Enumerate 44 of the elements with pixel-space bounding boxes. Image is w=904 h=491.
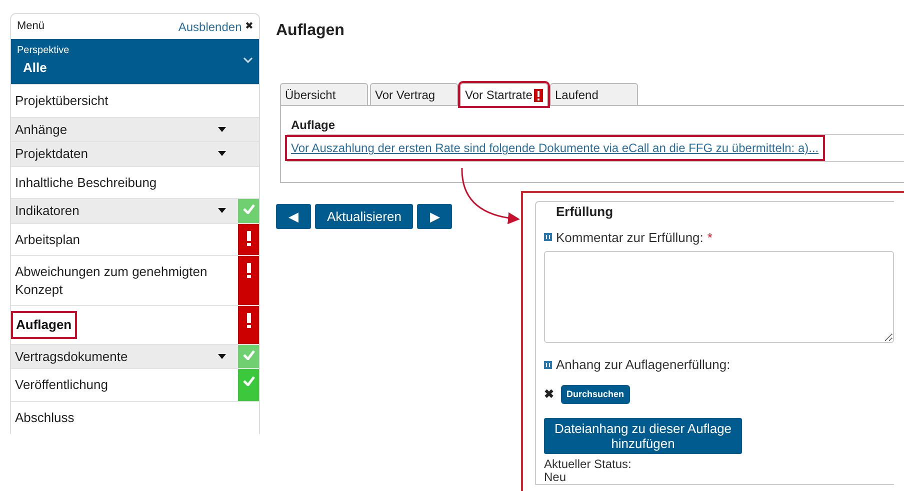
check-icon bbox=[242, 376, 254, 386]
field-label: Anhang zur Auflagenerfüllung: bbox=[556, 356, 730, 374]
refresh-button[interactable]: Aktualisieren bbox=[315, 204, 414, 229]
sidebar-item[interactable]: Inhaltliche Beschreibung bbox=[11, 166, 238, 198]
exclamation-icon bbox=[246, 230, 252, 246]
page-title: Auflagen bbox=[276, 21, 346, 41]
close-icon[interactable]: ✖ bbox=[245, 19, 253, 34]
tab[interactable]: Vor Vertrag bbox=[370, 83, 458, 105]
exclamation-icon bbox=[246, 313, 252, 328]
remove-icon[interactable]: ✖ bbox=[544, 385, 554, 404]
status-value: Neu bbox=[544, 471, 568, 484]
caret-icon bbox=[218, 126, 226, 132]
sidebar-item[interactable]: Veröffentlichung bbox=[11, 369, 238, 402]
exclamation-icon bbox=[246, 263, 252, 278]
chevron-down-icon bbox=[243, 57, 253, 63]
check-icon bbox=[242, 204, 254, 214]
tab[interactable]: Übersicht bbox=[280, 83, 368, 105]
menu-title: Menü bbox=[17, 19, 45, 34]
sidebar-item[interactable]: Abweichungen zum genehmigten Konzept bbox=[11, 256, 238, 306]
check-icon bbox=[242, 350, 254, 360]
add-attachment-button[interactable]: Dateianhang zu dieser Auflage hinzufügen bbox=[544, 418, 742, 454]
section-heading: Auflage bbox=[291, 118, 336, 132]
sidebar-item[interactable]: Abschluss bbox=[11, 402, 238, 434]
status-label: Aktueller Status: bbox=[544, 458, 632, 471]
caret-icon bbox=[218, 208, 226, 214]
caret-icon bbox=[218, 151, 226, 156]
perspective-dropdown[interactable]: Perspektive Alle bbox=[11, 39, 259, 84]
field-label: Kommentar zur Erfüllung: bbox=[556, 228, 704, 247]
info-icon[interactable] bbox=[544, 233, 552, 242]
browse-button[interactable]: Durchsuchen bbox=[560, 384, 630, 404]
sidebar-item[interactable]: Auflagen bbox=[11, 306, 238, 344]
required-mark: * bbox=[707, 228, 712, 246]
comment-field[interactable] bbox=[544, 251, 894, 343]
condition-link[interactable]: Vor Auszahlung der ersten Rate sind folgende Dokumente via eCall an die FFG zu übermitteln: a)... bbox=[287, 137, 823, 160]
previous-button[interactable]: ◀ bbox=[276, 204, 311, 229]
caret-icon bbox=[218, 354, 226, 360]
tab[interactable]: Laufend bbox=[550, 83, 638, 105]
next-button[interactable]: ▶ bbox=[417, 204, 452, 229]
info-icon[interactable] bbox=[544, 360, 552, 369]
tab[interactable]: Vor Startrate bbox=[460, 83, 548, 106]
sidebar-item[interactable]: Arbeitsplan bbox=[11, 224, 238, 256]
sidebar-item[interactable]: Projektübersicht bbox=[11, 85, 238, 117]
hide-link[interactable]: Ausblenden bbox=[178, 18, 242, 36]
alert-icon bbox=[534, 88, 543, 102]
